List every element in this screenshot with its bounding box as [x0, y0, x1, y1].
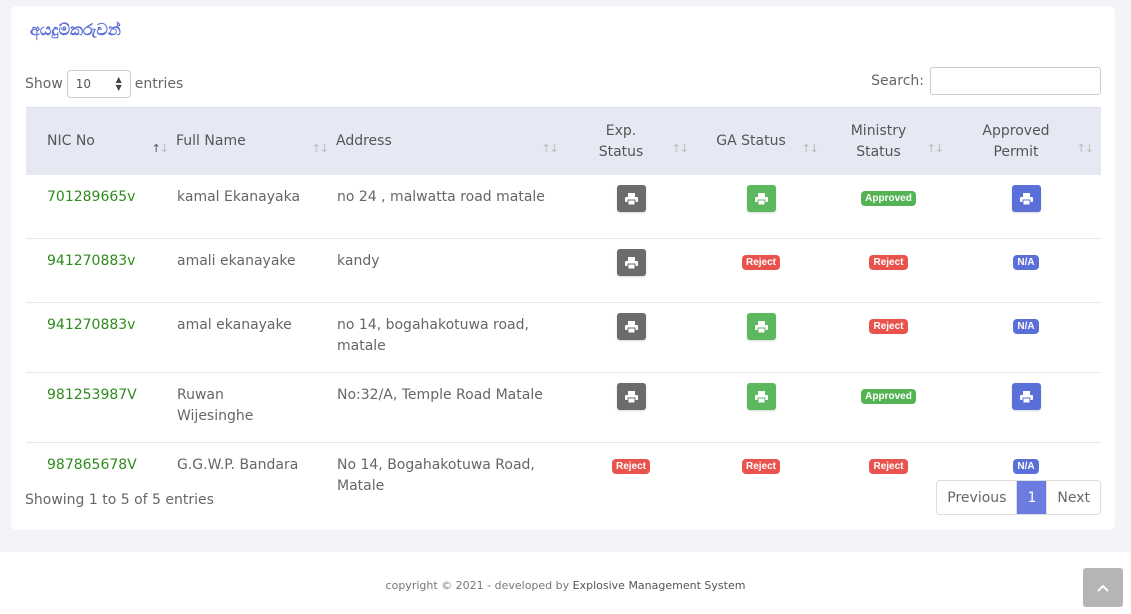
address-cell: no 14, bogahakotuwa road, matale: [336, 302, 566, 373]
sort-arrows-icon: ↑↓: [671, 142, 689, 155]
chevron-up-icon: [1097, 584, 1109, 592]
nic-cell[interactable]: 701289665v: [26, 175, 176, 239]
address-cell: no 24 , malwatta road matale: [336, 175, 566, 239]
entries-select[interactable]: 10 ▲ ▼: [66, 70, 131, 98]
name-cell: Ruwan Wijesinghe: [176, 372, 336, 443]
next-page-button[interactable]: Next: [1046, 481, 1100, 514]
entries-length: Show 10 ▲ ▼ entries: [25, 70, 183, 98]
print-icon: [754, 390, 768, 403]
search-input[interactable]: [930, 67, 1101, 95]
select-arrows-icon: ▲ ▼: [115, 75, 122, 92]
print-button[interactable]: [616, 185, 646, 212]
address-cell: No 14, Bogahakotuwa Road, Matale: [337, 457, 535, 494]
print-icon: [1019, 192, 1033, 205]
status-badge: Reject: [869, 459, 908, 474]
brand-link[interactable]: Explosive Management System: [573, 579, 746, 592]
sort-arrows-icon: ↑↓: [311, 142, 329, 155]
sort-arrows-icon: ↑↓: [926, 142, 944, 155]
status-badge: Reject: [869, 255, 908, 270]
print-icon: [624, 390, 638, 403]
print-button[interactable]: [746, 383, 776, 410]
status-badge: Reject: [869, 319, 908, 334]
status-badge: N/A: [1013, 255, 1039, 270]
search-box: Search:: [871, 67, 1101, 95]
col-exp-status[interactable]: Exp. Status ↑↓: [566, 107, 696, 175]
name-cell: kamal Ekanayaka: [176, 175, 336, 239]
nic-cell[interactable]: 941270883v: [26, 238, 176, 303]
applicants-card: අයදුම්කරුවන් Show 10 ▲ ▼ entries Search: …: [11, 6, 1115, 530]
copyright-text: copyright © 2021 - developed by Explosiv…: [385, 579, 746, 592]
name-cell: amali ekanayake: [176, 238, 336, 303]
sort-arrows-icon: ↑↓: [801, 142, 819, 155]
table-info: Showing 1 to 5 of 5 entries: [25, 492, 214, 508]
print-icon: [754, 320, 768, 333]
name-cell: amal ekanayake: [176, 302, 336, 373]
print-icon: [1019, 390, 1033, 403]
print-button[interactable]: [1011, 383, 1041, 410]
footer: copyright © 2021 - developed by Explosiv…: [0, 552, 1131, 614]
sort-arrows-icon: ↑↓: [1076, 142, 1094, 155]
search-label: Search:: [871, 73, 924, 89]
table-row: 941270883v amali ekanayake kandy Reject …: [26, 238, 1101, 303]
print-icon: [624, 256, 638, 269]
col-ministry-status[interactable]: Ministry Status ↑↓: [826, 107, 951, 175]
print-button[interactable]: [746, 185, 776, 212]
address-cell: No:32/A, Temple Road Matale: [336, 372, 566, 443]
page-1-button[interactable]: 1: [1017, 481, 1047, 514]
applicants-table: NIC No ↑↓ Full Name ↑↓ Address ↑↓ Exp. S…: [26, 107, 1101, 512]
col-ga-status[interactable]: GA Status ↑↓: [696, 107, 826, 175]
table-row: 701289665v kamal Ekanayaka no 24 , malwa…: [26, 175, 1101, 239]
print-icon: [754, 192, 768, 205]
status-badge: Reject: [741, 255, 780, 270]
print-button[interactable]: [616, 249, 646, 276]
status-badge: Approved: [861, 191, 916, 206]
entries-label: entries: [134, 76, 184, 92]
print-button[interactable]: [616, 313, 646, 340]
card-title: අයදුම්කරුවන්: [30, 20, 121, 39]
previous-page-button[interactable]: Previous: [937, 481, 1018, 514]
pagination: Previous 1 Next: [936, 480, 1101, 515]
print-button[interactable]: [1011, 185, 1041, 212]
col-address[interactable]: Address ↑↓: [336, 107, 566, 175]
print-icon: [624, 192, 638, 205]
print-button[interactable]: [746, 313, 776, 340]
nic-cell[interactable]: 981253987V: [26, 372, 176, 443]
status-badge: N/A: [1013, 459, 1039, 474]
table-row: 981253987V Ruwan Wijesinghe No:32/A, Temp…: [26, 372, 1101, 443]
status-badge: Reject: [611, 459, 650, 474]
nic-cell[interactable]: 941270883v: [26, 302, 176, 373]
status-badge: N/A: [1013, 319, 1039, 334]
sort-arrows-icon: ↑↓: [151, 142, 169, 155]
scroll-to-top-button[interactable]: [1083, 568, 1123, 607]
address-cell: kandy: [336, 238, 566, 303]
status-badge: Approved: [861, 389, 916, 404]
print-button[interactable]: [616, 383, 646, 410]
col-approved-permit[interactable]: Approved Permit ↑↓: [951, 107, 1101, 175]
table-row: 941270883v amal ekanayake no 14, bogahak…: [26, 302, 1101, 373]
show-label: Show: [25, 76, 63, 92]
status-badge: Reject: [741, 459, 780, 474]
col-name[interactable]: Full Name ↑↓: [176, 107, 336, 175]
col-nic[interactable]: NIC No ↑↓: [26, 107, 176, 175]
print-icon: [624, 320, 638, 333]
sort-arrows-icon: ↑↓: [541, 142, 559, 155]
